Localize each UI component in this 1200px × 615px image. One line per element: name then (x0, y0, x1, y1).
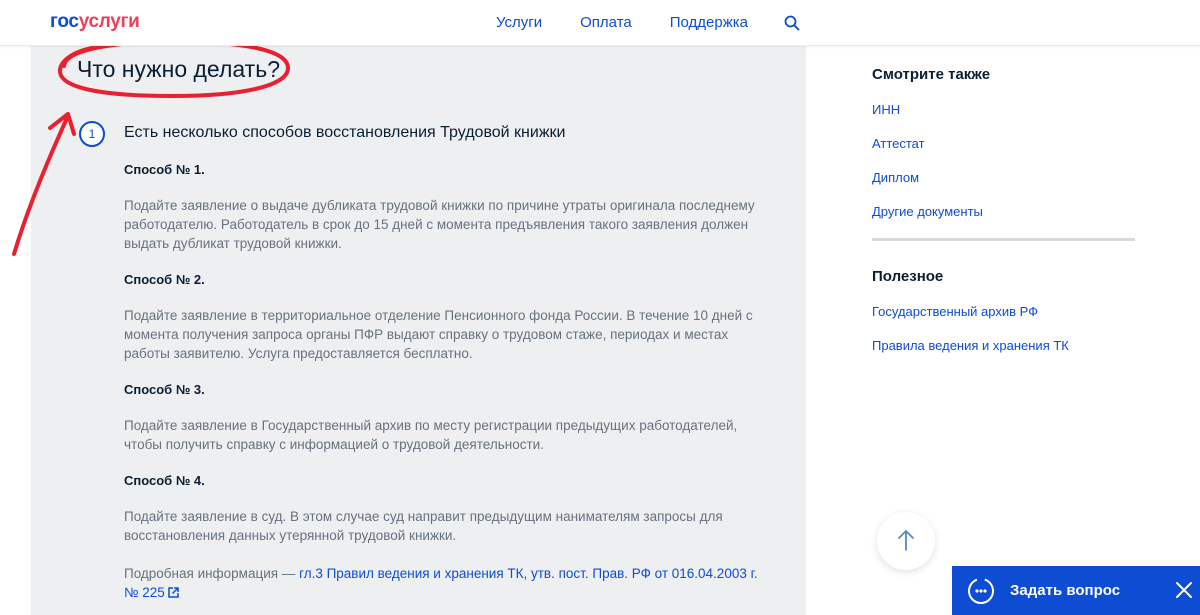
ask-question-label: Задать вопрос (1010, 582, 1121, 599)
scroll-top-button[interactable] (877, 512, 935, 570)
annotation-oval (58, 39, 291, 99)
sidebar-divider (872, 238, 1135, 241)
close-icon[interactable] (1174, 580, 1194, 600)
nav-services[interactable]: Услуги (496, 14, 542, 31)
useful-heading: Полезное (872, 268, 944, 285)
sidebar-link-inn[interactable]: ИНН (872, 102, 1137, 117)
external-link-icon[interactable] (168, 587, 179, 598)
step-title: Есть несколько способов восстановления Т… (124, 124, 566, 141)
ask-question-widget[interactable]: Задать вопрос (952, 566, 1200, 615)
annotation-arrow (12, 112, 76, 256)
method-description: Подайте заявление в Государственный архи… (124, 418, 738, 452)
method-heading: Способ № 4. (124, 473, 205, 488)
see-also-heading: Смотрите также (872, 66, 991, 83)
gosuslugi-logo[interactable]: госуслуги (50, 11, 140, 33)
support-operator-icon (968, 578, 994, 604)
logo-part-gos: гос (50, 11, 79, 32)
methods-list: Способ № 1. Подайте заявление о выдаче д… (124, 162, 764, 602)
sidebar-link-tk-rules[interactable]: Правила ведения и хранения ТК (872, 338, 1137, 353)
sidebar-link-state-archive[interactable]: Государственный архив РФ (872, 304, 1137, 319)
method-description: Подайте заявление в территориальное отде… (124, 308, 753, 361)
method-heading: Способ № 1. (124, 162, 205, 177)
sidebar: Смотрите также ИНН Аттестат Диплом Други… (872, 66, 1137, 372)
arrow-up-icon (898, 530, 914, 551)
step-number-badge: 1 (79, 121, 105, 147)
sidebar-link-other-docs[interactable]: Другие документы (872, 204, 1137, 219)
nav-support[interactable]: Поддержка (670, 14, 748, 31)
nav-payment[interactable]: Оплата (580, 14, 632, 31)
method-heading: Способ № 3. (124, 382, 205, 397)
search-icon[interactable] (784, 15, 800, 31)
logo-part-uslugi: услуги (78, 11, 140, 32)
main-nav: Услуги Оплата Поддержка (496, 14, 748, 31)
method-description: Подайте заявление о выдаче дубликата тру… (124, 198, 755, 251)
more-info-text: Подробная информация — гл.3 Правил веден… (124, 564, 764, 602)
method-heading: Способ № 2. (124, 272, 205, 287)
method-description: Подайте заявление в суд. В этом случае с… (124, 509, 723, 543)
sidebar-link-diplom[interactable]: Диплом (872, 170, 1137, 185)
more-info-prefix: Подробная информация — (124, 566, 300, 581)
top-header: госуслуги Услуги Оплата Поддержка (0, 0, 1200, 46)
sidebar-link-attestat[interactable]: Аттестат (872, 136, 1137, 151)
